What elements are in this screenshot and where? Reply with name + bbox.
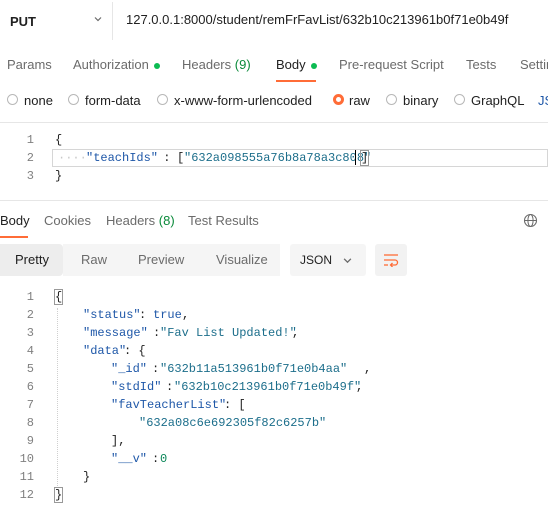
line-number: 6: [26, 380, 34, 394]
line-number: 9: [26, 434, 34, 448]
tab-pre-request-script[interactable]: Pre-request Script: [339, 57, 444, 72]
line-number: 12: [19, 488, 34, 502]
method-select[interactable]: PUT: [0, 2, 113, 40]
view-raw-button[interactable]: Raw: [81, 244, 107, 276]
line-number: 2: [26, 151, 34, 165]
tab-label: Body: [276, 57, 306, 72]
globe-icon[interactable]: [523, 213, 538, 228]
divider: [0, 122, 548, 123]
json-string: "632b11a513961b0f71e0b4aa": [160, 362, 348, 376]
json-string: "632a098555a76b8a78a3c808": [184, 151, 372, 165]
indent-guide: [57, 308, 59, 488]
line-number: 5: [26, 362, 34, 376]
json-bool: true: [153, 308, 182, 322]
response-body-viewer[interactable]: 1 2 3 4 5 6 7 8 9 10 11 12 { "status" : …: [0, 289, 548, 510]
chevron-down-icon: [94, 17, 102, 22]
headers-count: (8): [158, 213, 175, 228]
radio-binary[interactable]: [386, 94, 397, 105]
brace-close: }: [55, 169, 63, 183]
brace-open: {: [55, 133, 63, 147]
line-number: 10: [19, 452, 34, 466]
tab-label: Pre-request Script: [339, 57, 444, 72]
view-preview-button[interactable]: Preview: [138, 244, 184, 276]
json-key: "_id": [111, 362, 148, 376]
divider: [0, 200, 548, 201]
radio-label: x-www-form-urlencoded: [174, 93, 312, 108]
json-string: "Fav List Updated!": [160, 326, 297, 340]
wrap-lines-button[interactable]: [375, 244, 407, 276]
format-select[interactable]: JSON: [290, 244, 366, 276]
tab-response-headers[interactable]: Headers (8): [106, 213, 175, 228]
request-body-editor[interactable]: 1 2 3 { ···· "teachIds" : [ "632a098555a…: [0, 133, 548, 185]
tab-params[interactable]: Params: [7, 57, 52, 72]
radio-graphql[interactable]: [454, 94, 465, 105]
line-number: 4: [26, 344, 34, 358]
brace-close: }: [53, 487, 64, 503]
json-key: "message": [83, 326, 148, 340]
tab-settings[interactable]: Settin: [520, 57, 548, 72]
tab-cookies[interactable]: Cookies: [44, 213, 91, 228]
json-key: "__v": [111, 452, 148, 466]
tab-label: Params: [7, 57, 52, 72]
line-number: 1: [26, 133, 34, 147]
bracket-close: ]: [359, 150, 370, 166]
radio-raw[interactable]: [333, 94, 344, 105]
tab-authorization[interactable]: Authorization: [73, 57, 160, 72]
tab-label: Headers: [106, 213, 156, 228]
tab-label: Settin: [520, 57, 548, 72]
line-number: 1: [26, 290, 34, 304]
json-key: "teachIds": [86, 151, 159, 165]
radio-label: GraphQL: [471, 93, 525, 108]
radio-label: none: [24, 93, 53, 108]
tab-label: Authorization: [73, 57, 149, 72]
line-number: 3: [26, 326, 34, 340]
active-tab-indicator: [276, 80, 316, 82]
json-key: "stdId": [111, 380, 162, 394]
radio-x-www-form-urlencoded[interactable]: [157, 94, 168, 105]
radio-form-data[interactable]: [68, 94, 79, 105]
format-select-value: JSON: [300, 253, 333, 267]
radio-none[interactable]: [7, 94, 18, 105]
url-bar: PUT 127.0.0.1:8000/student/remFrFavList/…: [0, 0, 548, 42]
active-dot-icon: [310, 62, 317, 69]
method-label: PUT: [10, 14, 36, 29]
view-pretty-label: Pretty: [15, 252, 49, 267]
text-cursor: [355, 150, 356, 165]
json-colon: :: [156, 151, 178, 165]
tab-response-body[interactable]: Body: [0, 213, 30, 228]
tab-body[interactable]: Body: [276, 57, 317, 72]
json-key: "status": [83, 308, 141, 322]
line-number: 2: [26, 308, 34, 322]
format-js-label[interactable]: JS: [538, 93, 548, 108]
headers-count: (9): [234, 57, 251, 72]
radio-label: raw: [349, 93, 370, 108]
tab-tests[interactable]: Tests: [466, 57, 496, 72]
tab-test-results[interactable]: Test Results: [188, 213, 259, 228]
json-string: "632a08c6e692305f82c6257b": [139, 416, 327, 430]
view-visualize-button[interactable]: Visualize: [216, 244, 268, 276]
json-key: "data": [83, 344, 127, 358]
active-dot-icon: [153, 62, 160, 69]
brace-open: {: [53, 289, 64, 305]
json-key: "favTeacherList": [111, 398, 227, 412]
line-number: 3: [26, 169, 34, 183]
json-number: 0: [160, 452, 168, 466]
tab-label: Headers: [182, 57, 232, 72]
url-input[interactable]: 127.0.0.1:8000/student/remFrFavList/632b…: [126, 12, 508, 27]
tab-headers[interactable]: Headers (9): [182, 57, 251, 72]
json-string: "632b10c213961b0f71e0b49f": [174, 380, 362, 394]
radio-label: binary: [403, 93, 439, 108]
chevron-down-icon: [343, 258, 352, 264]
radio-label: form-data: [85, 93, 141, 108]
wrap-lines-icon: [384, 254, 399, 267]
active-tab-indicator: [0, 236, 28, 238]
line-number: 7: [26, 398, 34, 412]
line-number: 8: [26, 416, 34, 430]
line-number: 11: [19, 470, 34, 484]
tab-label: Tests: [466, 57, 497, 72]
